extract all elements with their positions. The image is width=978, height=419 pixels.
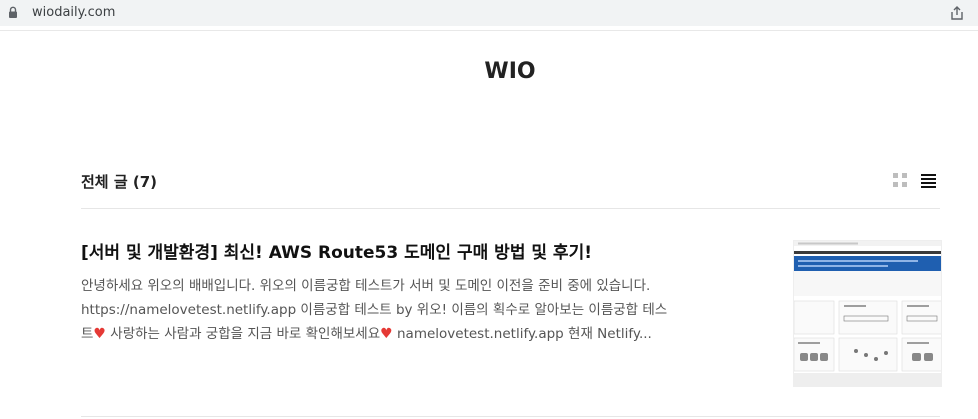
grid-view-icon[interactable] [893,173,909,189]
post-excerpt[interactable]: 안녕하세요 위오의 배배입니다. 위오의 이름궁합 테스트가 서버 및 도메인 … [81,274,721,346]
lock-icon[interactable] [8,6,18,19]
address-bar[interactable]: wiodaily.com [0,0,978,26]
header-divider [81,208,940,209]
thumbnail-image [794,241,941,386]
post-divider [81,416,940,417]
excerpt-line: 안녕하세요 위오의 배배입니다. 위오의 이름궁합 테스트가 서버 및 도메인 … [81,278,651,294]
url-text[interactable]: wiodaily.com [32,5,115,20]
excerpt-line: 트♥ 사랑하는 사람과 궁합을 지금 바로 확인해보세요♥ namelovete… [81,322,721,346]
heart-icon: ♥ [93,326,106,342]
excerpt-line: https://namelovetest.netlify.app 이름궁합 테스… [81,302,668,318]
site-title[interactable]: WIO [0,59,978,84]
share-icon[interactable] [949,5,965,21]
heart-icon: ♥ [380,326,393,342]
address-bar-divider [0,30,978,31]
post-list-header: 전체 글 (7) [81,173,157,191]
excerpt-text: 트 [81,326,94,342]
excerpt-text: 사랑하는 사람과 궁합을 지금 바로 확인해보세요 [105,326,381,342]
post-title[interactable]: [서버 및 개발환경] 최신! AWS Route53 도메인 구매 방법 및 … [81,238,592,263]
excerpt-text: namelovetest.netlify.app 현재 Netlify... [392,326,652,342]
list-view-icon[interactable] [921,174,937,188]
post-thumbnail[interactable] [793,240,942,387]
